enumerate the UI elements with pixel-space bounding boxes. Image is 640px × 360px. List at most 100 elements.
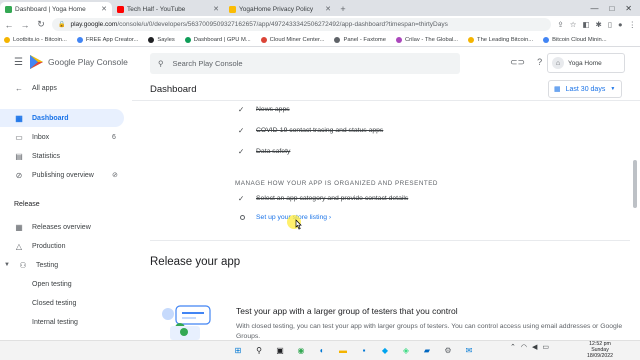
bookmark-item[interactable]: Sayles: [148, 36, 175, 43]
date-range-selector[interactable]: ▦ Last 30 days ▼: [548, 80, 622, 98]
search-icon[interactable]: ⚲: [253, 344, 265, 356]
back-arrow-icon: ←: [15, 83, 23, 93]
play-console-logo[interactable]: Google Play Console: [30, 55, 128, 69]
bookmark-item[interactable]: FREE App Creator...: [76, 36, 138, 43]
forward-icon[interactable]: →: [20, 20, 30, 30]
close-window-button[interactable]: ✕: [625, 4, 632, 13]
start-icon[interactable]: ⊞: [232, 344, 244, 356]
sidebar-icon[interactable]: ▯: [608, 20, 612, 29]
publishing-icon: ⊘: [15, 170, 23, 180]
battery-icon[interactable]: ▭: [542, 343, 549, 351]
sidebar-item-publishing-overview[interactable]: ⊘ Publishing overview ⊘: [0, 166, 118, 184]
bookmark-star-icon[interactable]: ☆: [570, 20, 577, 29]
help-icon[interactable]: ?: [537, 57, 542, 68]
checkmark-icon: ✓: [238, 105, 245, 114]
sidebar-item-label: Testing: [36, 261, 59, 269]
mail-icon[interactable]: ✉: [463, 344, 475, 356]
store-icon[interactable]: ▪: [358, 344, 370, 356]
back-icon[interactable]: ←: [4, 20, 14, 30]
wifi-icon[interactable]: ◠: [521, 343, 527, 351]
sidebar-item-releases-overview[interactable]: ▦ Releases overview: [0, 218, 91, 236]
bookmark-item[interactable]: Cloud Miner Center...: [260, 36, 324, 43]
app-icon[interactable]: ◆: [379, 344, 391, 356]
sidebar-item-testing[interactable]: ▼ ⚇ Testing: [0, 256, 58, 274]
chrome-icon[interactable]: ◉: [295, 344, 307, 356]
bookmark-item[interactable]: Crilav - The Global...: [395, 36, 458, 43]
settings-icon[interactable]: ⚙: [442, 344, 454, 356]
maximize-button[interactable]: □: [609, 4, 614, 13]
sidebar-item-open-testing[interactable]: Open testing: [0, 275, 72, 293]
sidebar: ← All apps ▦ Dashboard ▭ Inbox 6 ▤ Stati…: [0, 78, 132, 340]
system-clock[interactable]: 12:52 pm Sunday 18/09/2022: [582, 341, 618, 359]
bookmark-favicon-icon: [76, 36, 83, 43]
search-console-input[interactable]: ⚲ Search Play Console: [150, 53, 460, 74]
taskbar-apps: ⊞ ⚲ ▣ ◉ ◐ ▬ ▪ ◆ ◈ ▰ ⚙ ✉: [232, 344, 475, 356]
sidebar-item-label: Publishing overview: [32, 171, 94, 179]
privacy-favicon-icon: [229, 5, 236, 13]
bookmark-item[interactable]: Lootbits.io - Bitcoin...: [4, 36, 67, 43]
bookmark-favicon-icon: [468, 36, 475, 43]
bookmark-item[interactable]: The Leading Bitcoin...: [468, 36, 533, 43]
testers-illustration-icon: [162, 305, 211, 340]
closed-testing-description: With closed testing, you can test your a…: [236, 323, 623, 340]
bookmark-item[interactable]: Dashboard | GPU M...: [184, 36, 251, 43]
url-field[interactable]: 🔒 play.google.com/console/u/0/developers…: [52, 18, 552, 31]
sidebar-item-all-apps[interactable]: ← All apps: [0, 79, 57, 97]
sidebar-item-production[interactable]: △ Production: [0, 237, 66, 255]
extensions-puzzle-icon[interactable]: ✱: [596, 20, 602, 29]
bookmark-label: Sayles: [157, 36, 175, 43]
profile-icon[interactable]: ●: [618, 20, 623, 29]
page-scrollbar[interactable]: [632, 100, 638, 340]
tray-chevron-icon[interactable]: ⌃: [510, 343, 516, 351]
sidebar-item-closed-testing[interactable]: Closed testing: [0, 294, 76, 312]
expand-caret-icon[interactable]: ▼: [4, 262, 10, 268]
search-placeholder: Search Play Console: [172, 59, 243, 68]
new-tab-button[interactable]: +: [336, 2, 350, 16]
tab-privacy-policy[interactable]: YogaHome Privacy Policy ✕: [224, 2, 336, 16]
taskview-icon[interactable]: ▣: [274, 344, 286, 356]
close-tab-icon[interactable]: ✕: [213, 5, 219, 13]
close-tab-icon[interactable]: ✕: [101, 5, 107, 13]
edge-icon[interactable]: ◐: [316, 344, 328, 356]
task-label: News apps: [256, 106, 290, 113]
sidebar-item-label: Dashboard: [32, 114, 69, 122]
task-item: ✓ Data safety: [238, 147, 290, 156]
releases-icon: ▦: [15, 222, 23, 232]
share-icon[interactable]: ⇪: [557, 20, 563, 29]
sidebar-item-inbox[interactable]: ▭ Inbox 6: [0, 128, 116, 146]
play-logo-icon: [30, 55, 43, 69]
bookmark-item[interactable]: Bitcoin Cloud Minin...: [543, 36, 607, 43]
link-icon[interactable]: ⊂⊃: [510, 57, 525, 68]
date-range-label: Last 30 days: [565, 85, 606, 93]
browser-toolbar-icons: ⇪ ☆ ◧ ✱ ▯ ● ⋮: [557, 20, 636, 29]
account-switcher[interactable]: ⌂ Yoga Home: [547, 53, 625, 73]
sidebar-item-dashboard[interactable]: ▦ Dashboard: [0, 109, 124, 127]
tab-youtube[interactable]: Tech Half - YouTube ✕: [112, 2, 224, 16]
extension-icon[interactable]: ◧: [582, 20, 589, 29]
sidebar-item-statistics[interactable]: ▤ Statistics: [0, 147, 60, 165]
publishing-status-icon: ⊘: [112, 172, 118, 179]
task-label: Select an app category and provide conta…: [256, 195, 409, 202]
lock-icon[interactable]: 🔒: [58, 21, 65, 28]
play-console-favicon-icon: [5, 5, 12, 13]
production-icon: △: [15, 241, 23, 251]
clock-date: 18/09/2022: [587, 353, 613, 359]
sidebar-item-internal-testing[interactable]: Internal testing: [0, 313, 78, 331]
bookmark-item[interactable]: Panel - Faxtome: [334, 36, 386, 43]
studio-icon[interactable]: ◈: [400, 344, 412, 356]
minimize-button[interactable]: —: [590, 4, 598, 13]
sidebar-item-label: Releases overview: [32, 223, 91, 231]
hamburger-menu-icon[interactable]: ☰: [14, 58, 23, 68]
reload-icon[interactable]: ↻: [36, 19, 46, 30]
menu-kebab-icon[interactable]: ⋮: [629, 20, 637, 29]
photos-icon[interactable]: ▰: [421, 344, 433, 356]
task-label: COVID-19 contact tracing and status apps: [256, 127, 384, 134]
youtube-favicon-icon: [117, 5, 124, 13]
tab-dashboard[interactable]: Dashboard | Yoga Home ✕: [0, 2, 112, 16]
files-icon[interactable]: ▬: [337, 344, 349, 356]
sidebar-item-label: Production: [32, 242, 66, 250]
section-divider: [150, 240, 630, 241]
close-tab-icon[interactable]: ✕: [325, 5, 331, 13]
scrollbar-thumb[interactable]: [633, 160, 637, 208]
volume-icon[interactable]: ◀: [532, 343, 537, 351]
